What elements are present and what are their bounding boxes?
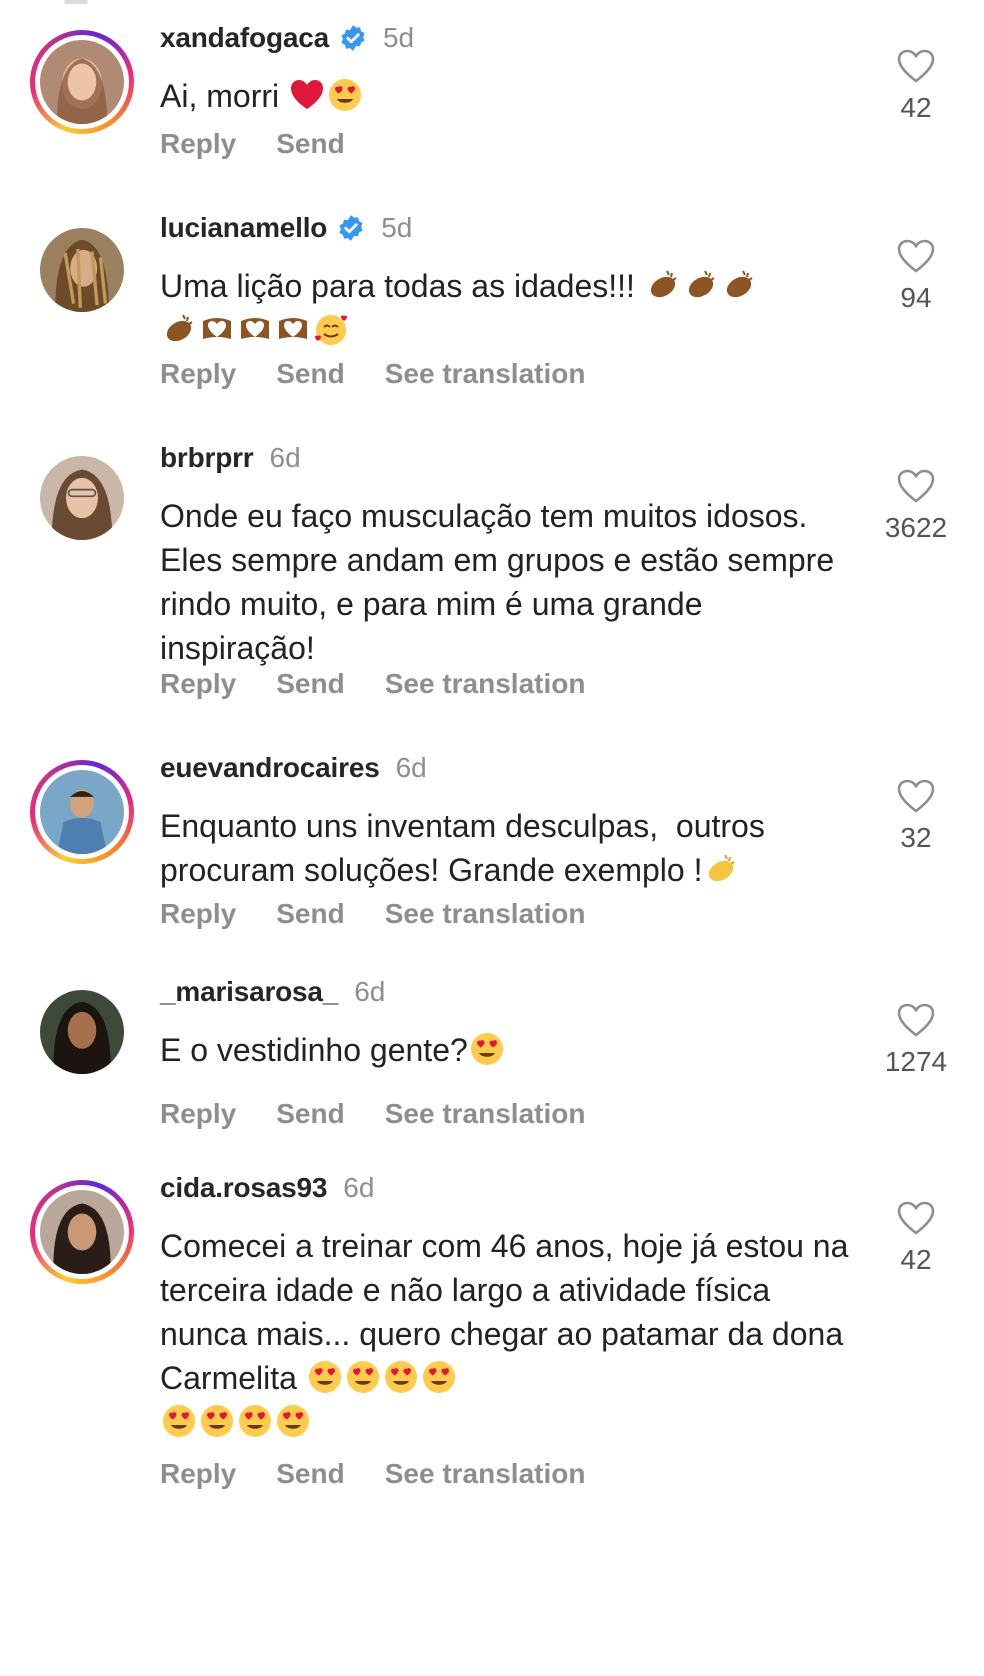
reply-button[interactable]: Reply [160,1098,236,1130]
username[interactable]: lucianamello [160,212,327,244]
comment-text: Ai, morri [160,78,280,114]
comment-time: 5d [382,22,415,53]
avatar-image [40,456,124,540]
send-button[interactable]: Send [276,358,344,390]
clap-emoji [683,267,719,303]
comment-text: E o vestidinho gente? [160,1032,468,1068]
like-heart-icon[interactable] [896,238,936,274]
comment-time: 6d [395,752,427,783]
send-button[interactable]: Send [276,668,344,700]
avatar-image [40,1190,124,1274]
clap-emoji [721,267,757,303]
heart-eyes-emoji [383,1359,419,1395]
top-divider [64,0,88,4]
like-heart-icon[interactable] [896,778,936,814]
avatar[interactable] [30,30,134,134]
comment-text: Uma lição para todas as idades!!! [160,268,635,304]
send-button[interactable]: Send [276,1458,344,1490]
reply-button[interactable]: Reply [160,128,236,160]
avatar-image [40,770,124,854]
like-count: 3622 [884,512,948,543]
clap-emoji [645,267,681,303]
verified-badge-icon [339,24,367,52]
avatar-image [40,40,124,124]
avatar[interactable] [30,218,134,322]
heart-eyes-emoji [469,1031,505,1067]
like-count: 32 [900,822,932,853]
heart-eyes-emoji [307,1359,343,1395]
heart-eyes-emoji [345,1359,381,1395]
comment-text: Comecei a treinar com 46 anos, hoje já e… [160,1228,858,1396]
clap-emoji [161,311,197,347]
see-translation-button[interactable]: See translation [385,1458,586,1490]
reply-button[interactable]: Reply [160,898,236,930]
like-count: 94 [900,282,932,313]
see-translation-button[interactable]: See translation [385,358,586,390]
like-count: 1274 [884,1046,948,1077]
heart-hands-emoji [275,311,311,347]
username[interactable]: euevandrocaires [160,752,380,784]
avatar-image [40,228,124,312]
comment-text-block: Ai, morri [160,74,860,118]
comment-text: Onde eu faço musculação tem muitos idoso… [160,498,843,666]
avatar[interactable] [30,1180,134,1284]
like-heart-icon[interactable] [896,1200,936,1236]
username[interactable]: _marisarosa_ [160,976,338,1008]
avatar[interactable] [30,760,134,864]
comment-time: 6d [343,1172,375,1203]
smiling-hearts-emoji [313,311,349,347]
username[interactable]: brbrprr [160,442,254,474]
avatar[interactable] [30,446,134,550]
comment-time: 6d [269,442,301,473]
comment-text: Enquanto uns inventam desculpas, outros … [160,808,774,888]
avatar[interactable] [30,980,134,1084]
comment-text-block: Comecei a treinar com 46 anos, hoje já e… [160,1224,860,1444]
like-count: 42 [900,92,932,123]
send-button[interactable]: Send [276,898,344,930]
heart-eyes-emoji [327,77,363,113]
verified-badge-icon [337,214,365,242]
see-translation-button[interactable]: See translation [385,898,586,930]
comment-text-block: Uma lição para todas as idades!!! [160,264,860,352]
heart-eyes-emoji [199,1403,235,1439]
like-heart-icon[interactable] [896,48,936,84]
comment-time: 5d [381,212,413,243]
send-button[interactable]: Send [276,128,344,160]
reply-button[interactable]: Reply [160,358,236,390]
comment-text-block: E o vestidinho gente? [160,1028,860,1072]
heart-eyes-emoji [275,1403,311,1439]
comment-text-block: Enquanto uns inventam desculpas, outros … [160,804,860,892]
heart-eyes-emoji [421,1359,457,1395]
like-heart-icon[interactable] [896,468,936,504]
comment-time: 6d [354,976,386,1007]
see-translation-button[interactable]: See translation [385,668,586,700]
like-heart-icon[interactable] [896,1002,936,1038]
avatar-image [40,990,124,1074]
clap-emoji [703,851,739,887]
heart-eyes-emoji [237,1403,273,1439]
heart-eyes-emoji [161,1403,197,1439]
username[interactable]: xandafogaca [160,22,329,54]
username[interactable]: cida.rosas93 [160,1172,327,1204]
reply-button[interactable]: Reply [160,668,236,700]
heart-hands-emoji [237,311,273,347]
see-translation-button[interactable]: See translation [385,1098,586,1130]
red-heart-emoji [289,77,325,113]
like-count: 42 [900,1244,932,1275]
send-button[interactable]: Send [276,1098,344,1130]
reply-button[interactable]: Reply [160,1458,236,1490]
heart-hands-emoji [199,311,235,347]
